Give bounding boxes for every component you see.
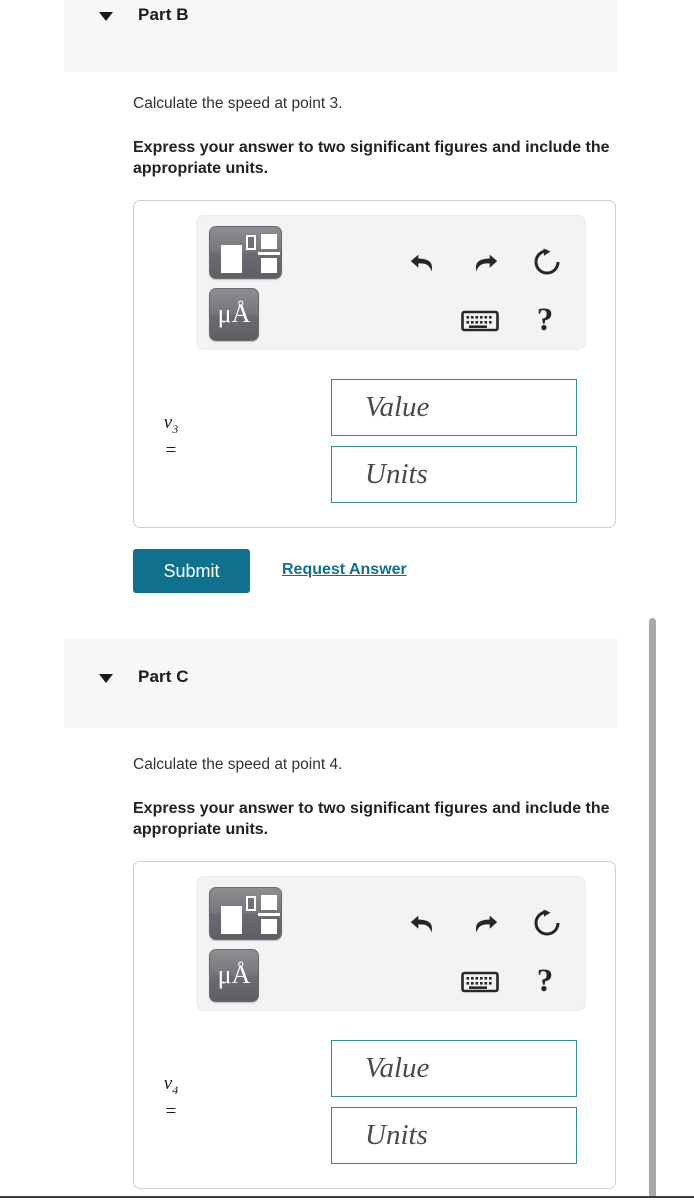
unit-button-label: μÅ — [217, 959, 251, 989]
part-c-question: Calculate the speed at point 4. — [133, 756, 343, 773]
template-large-box — [221, 245, 242, 273]
math-template-icon[interactable] — [209, 226, 282, 279]
template-numerator-box — [261, 234, 277, 249]
part-b-request-answer-link[interactable]: Request Answer — [282, 561, 407, 579]
part-c-answer-box: μÅ ? v4 = Value Units — [133, 861, 616, 1189]
template-fraction-bar — [258, 252, 280, 255]
part-b-title: Part B — [138, 5, 189, 24]
equals-symbol: = — [165, 439, 177, 461]
scrollbar-thumb[interactable] — [649, 618, 656, 1198]
help-label: ? — [536, 301, 554, 338]
reset-circular-arrow-icon[interactable] — [529, 905, 565, 941]
units-placeholder: Units — [365, 458, 428, 490]
assignment-page: Part B Calculate the speed at point 3. E… — [0, 0, 694, 1200]
part-c-units-input[interactable]: Units — [331, 1107, 577, 1164]
vertical-scrollbar[interactable] — [646, 610, 660, 1200]
part-c-header[interactable]: Part C — [64, 638, 617, 728]
part-c-value-input[interactable]: Value — [331, 1040, 577, 1097]
part-b-math-toolbar: μÅ ? — [196, 215, 586, 350]
part-b-instruction: Express your answer to two significant f… — [133, 139, 610, 178]
part-b-variable-label: v3 = — [148, 413, 194, 460]
variable-symbol: v4 — [163, 1073, 179, 1097]
math-template-icon[interactable] — [209, 887, 282, 940]
caret-down-icon[interactable] — [95, 666, 117, 688]
reset-circular-arrow-icon[interactable] — [529, 244, 565, 280]
value-placeholder: Value — [365, 1052, 430, 1084]
part-c-instruction: Express your answer to two significant f… — [133, 800, 610, 839]
redo-arrow-icon[interactable] — [468, 246, 502, 280]
template-small-box — [246, 235, 256, 250]
units-icon[interactable]: μÅ — [209, 288, 259, 341]
template-fraction-bar — [258, 913, 280, 916]
question-mark-icon[interactable]: ? — [527, 962, 563, 1000]
undo-arrow-icon[interactable] — [406, 246, 440, 280]
variable-symbol: v3 — [163, 412, 179, 436]
unit-button-label: μÅ — [217, 298, 251, 328]
redo-arrow-icon[interactable] — [468, 907, 502, 941]
value-placeholder: Value — [365, 391, 430, 423]
template-denominator-box — [261, 258, 277, 273]
part-c-variable-label: v4 = — [148, 1074, 194, 1121]
part-b-answer-box: μÅ ? v3 = Value Units — [133, 200, 616, 528]
units-placeholder: Units — [365, 1119, 428, 1151]
part-b-submit-button[interactable]: Submit — [133, 549, 250, 593]
keyboard-icon[interactable] — [460, 306, 500, 336]
equals-symbol: = — [165, 1100, 177, 1122]
template-small-box — [246, 896, 256, 911]
help-label: ? — [536, 962, 554, 999]
question-mark-icon[interactable]: ? — [527, 301, 563, 339]
template-large-box — [221, 906, 242, 934]
template-numerator-box — [261, 895, 277, 910]
template-denominator-box — [261, 919, 277, 934]
keyboard-icon[interactable] — [460, 967, 500, 997]
bottom-divider — [0, 1196, 694, 1198]
part-b-units-input[interactable]: Units — [331, 446, 577, 503]
part-c-math-toolbar: μÅ ? — [196, 876, 586, 1011]
units-icon[interactable]: μÅ — [209, 949, 259, 1002]
part-b-question: Calculate the speed at point 3. — [133, 95, 343, 112]
part-b-value-input[interactable]: Value — [331, 379, 577, 436]
caret-down-icon[interactable] — [95, 4, 117, 26]
part-c-title: Part C — [138, 667, 189, 686]
part-b-header[interactable]: Part B — [64, 0, 617, 72]
undo-arrow-icon[interactable] — [406, 907, 440, 941]
